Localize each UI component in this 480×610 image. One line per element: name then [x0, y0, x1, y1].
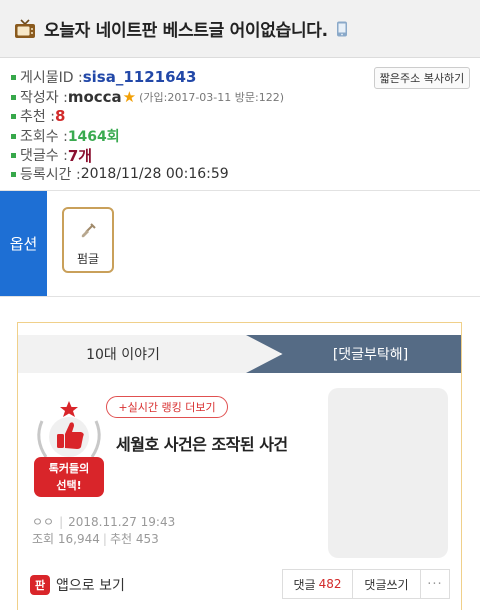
post-id-row: 게시물ID : sisa_1121643: [11, 67, 196, 87]
recommend-row: 추천 : 8: [11, 106, 65, 126]
comments-value: 7개: [67, 146, 93, 165]
post-id-label: 게시물ID :: [20, 70, 83, 86]
author-meta: (가입:2017-03-11 방문:122): [139, 91, 285, 104]
post-views: 조회 16,944: [32, 532, 100, 546]
date-label: 등록시간 :: [20, 167, 81, 183]
write-comment-button[interactable]: 댓글쓰기: [353, 570, 421, 598]
bullet-icon: [11, 113, 16, 119]
talkers-choice-badge-icon: 톡커들의 선택!: [34, 401, 104, 497]
bullet-icon: [11, 74, 16, 80]
date-value: 2018/11/28 00:16:59: [80, 166, 229, 182]
comments-label: 댓글수 :: [20, 148, 68, 164]
page-title: 오늘자 네이트판 베스트글 어이없습니다.: [44, 21, 328, 41]
options-section: 옵션 펌글: [0, 190, 480, 297]
open-in-app-label: 앱으로 보기: [56, 578, 125, 594]
recommend-value: 8: [54, 107, 66, 125]
post-meta-stats: 조회 16,944 | 추천 453: [32, 532, 159, 546]
views-value: 1464회: [67, 129, 120, 145]
post-date: 2018.11.27 19:43: [68, 515, 176, 529]
phone-icon: [336, 21, 347, 36]
open-in-app-button[interactable]: 판 앱으로 보기: [30, 573, 125, 597]
author-name-link[interactable]: mocca: [68, 88, 122, 106]
masked-author: ㅇㅇ: [32, 515, 55, 529]
badge-text-line2: 선택!: [56, 478, 81, 492]
date-row: 등록시간 : 2018/11/28 00:16:59: [11, 164, 229, 184]
views-label: 조회수 :: [20, 129, 68, 145]
post-meta-author-date: ㅇㅇ | 2018.11.27 19:43: [32, 515, 176, 529]
bullet-icon: [11, 152, 16, 158]
comments-button[interactable]: 댓글 482: [283, 570, 353, 598]
star-icon: ★: [122, 88, 137, 106]
post-info: 게시물ID : sisa_1121643 짧은주소 복사하기 작성자 : moc…: [0, 62, 480, 187]
more-options-button[interactable]: ···: [421, 570, 449, 598]
shovel-icon: [81, 223, 96, 238]
copy-short-url-button[interactable]: 짧은주소 복사하기: [374, 67, 470, 89]
tab-teen-story-label: 10대 이야기: [86, 347, 160, 363]
bullet-icon: [11, 171, 16, 177]
related-post-card: 10대 이야기 [댓글부탁해] 톡커들의 선택! +실시간 랭킹 더보기 세월호…: [17, 322, 462, 610]
bullet-icon: [11, 133, 16, 139]
pann-app-icon: 판: [30, 575, 50, 595]
recommend-label: 추천 :: [20, 109, 55, 125]
comments-button-label: 댓글: [293, 577, 316, 592]
tab-comment-request-label: [댓글부탁해]: [332, 347, 409, 363]
scrap-label: 펌글: [76, 252, 100, 266]
post-title-bar: 오늘자 네이트판 베스트글 어이없습니다.: [0, 0, 480, 58]
post-id-value: sisa_1121643: [82, 68, 197, 86]
views-row: 조회수 : 1464회: [11, 126, 120, 146]
options-label: 옵션: [0, 191, 47, 296]
badge-text-line1: 톡커들의: [49, 461, 89, 475]
comments-row: 댓글수 : 7개: [11, 145, 92, 165]
author-row: 작성자 : mocca ★ (가입:2017-03-11 방문:122): [11, 87, 284, 107]
bullet-icon: [11, 94, 16, 100]
watermark-graphic: [328, 388, 448, 558]
card-actions: 댓글 482 댓글쓰기 ···: [282, 569, 450, 599]
comments-count: 482: [318, 577, 342, 591]
realtime-ranking-more-button[interactable]: +실시간 랭킹 더보기: [106, 396, 228, 418]
post-recommends: 추천 453: [109, 532, 159, 546]
tv-icon: [15, 18, 35, 38]
author-label: 작성자 :: [20, 90, 68, 106]
scrap-button[interactable]: 펌글: [62, 207, 114, 273]
best-post-headline-link[interactable]: 세월호 사건은 조작된 사건: [116, 431, 288, 455]
card-tabs: 10대 이야기 [댓글부탁해]: [18, 335, 461, 373]
